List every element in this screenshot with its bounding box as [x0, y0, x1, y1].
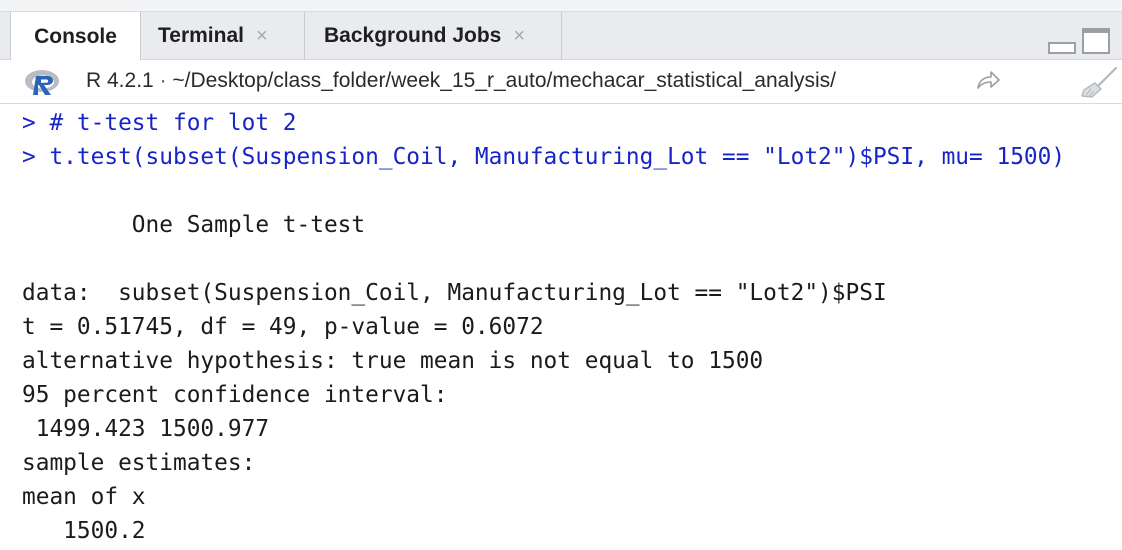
console-output-line: data: subset(Suspension_Coil, Manufactur…: [22, 280, 887, 306]
maximize-pane-icon[interactable]: [1082, 28, 1110, 54]
tab-background-jobs-label: Background Jobs: [324, 24, 502, 47]
console-pane: Console Terminal × Background Jobs × R 4…: [0, 0, 1122, 550]
console-output-line: 95 percent confidence interval:: [22, 382, 448, 408]
console-output-line: One Sample t-test: [22, 212, 366, 238]
console-output-line: t = 0.51745, df = 49, p-value = 0.6072: [22, 314, 544, 340]
console-output-line: sample estimates:: [22, 450, 256, 476]
console-output[interactable]: > # t-test for lot 2 > t.test(subset(Susp…: [0, 104, 1122, 550]
tab-console[interactable]: Console: [10, 12, 141, 61]
tab-console-label: Console: [34, 24, 117, 48]
console-info-bar: R 4.2.1 · ~/Desktop/class_folder/week_15…: [0, 60, 1122, 104]
info-separator: ·: [159, 69, 167, 92]
working-directory-text: R 4.2.1 · ~/Desktop/class_folder/week_15…: [86, 69, 836, 93]
console-output-line: alternative hypothesis: true mean is not…: [22, 348, 764, 374]
tab-bar: Console Terminal × Background Jobs ×: [0, 0, 1122, 61]
tab-terminal-label: Terminal: [158, 24, 244, 47]
r-version: R 4.2.1: [86, 69, 154, 92]
pane-top-edge: [0, 0, 1122, 12]
working-directory-path: ~/Desktop/class_folder/week_15_r_auto/me…: [172, 69, 837, 92]
console-output-line: 1500.2: [22, 518, 146, 544]
console-output-line: 1499.423 1500.977: [22, 416, 270, 442]
tab-background-jobs[interactable]: Background Jobs ×: [305, 12, 562, 60]
goto-directory-icon[interactable]: [976, 70, 1000, 90]
console-command-line: > t.test(subset(Suspension_Coil, Manufac…: [22, 144, 1066, 170]
tab-background-jobs-close-icon[interactable]: ×: [513, 25, 525, 48]
tab-terminal-close-icon[interactable]: ×: [256, 25, 268, 48]
broom-icon[interactable]: [1080, 66, 1120, 98]
tab-terminal[interactable]: Terminal ×: [141, 12, 305, 60]
r-logo-icon: [25, 70, 59, 95]
minimize-pane-icon[interactable]: [1048, 42, 1076, 54]
console-output-line: mean of x: [22, 484, 146, 510]
console-command-line: > # t-test for lot 2: [22, 110, 297, 136]
